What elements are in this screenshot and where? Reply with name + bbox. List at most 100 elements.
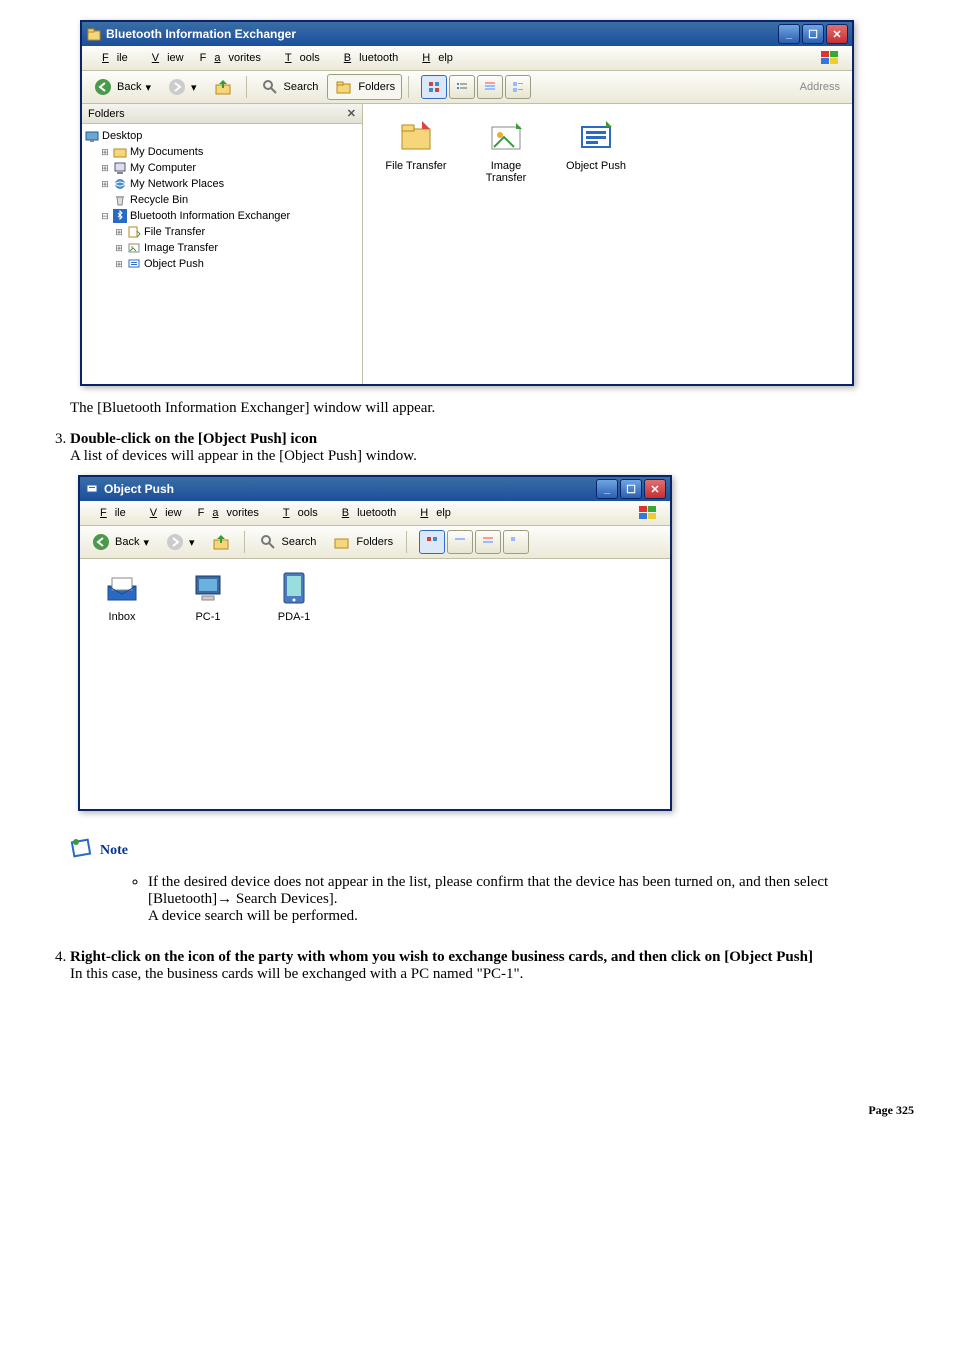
- bluetooth-icon: [112, 208, 128, 224]
- pda-icon: [266, 569, 322, 607]
- toolbar-separator: [246, 76, 247, 98]
- view-large-icons[interactable]: [419, 530, 445, 554]
- client-area: Folders ✕ Desktop ⊞My Documents ⊞My Comp…: [82, 104, 852, 384]
- recycle-bin-icon: [112, 192, 128, 208]
- folders-icon: [334, 77, 354, 97]
- view-details[interactable]: [477, 75, 503, 99]
- note-icon: [70, 837, 94, 864]
- menu-help[interactable]: Help: [406, 50, 461, 66]
- note-block: Note If the desired device does not appe…: [70, 837, 914, 925]
- inbox-icon: [94, 569, 150, 607]
- view-list[interactable]: [447, 530, 473, 554]
- folders-pane: Folders ✕ Desktop ⊞My Documents ⊞My Comp…: [82, 104, 363, 384]
- tree-recycle[interactable]: Recycle Bin: [84, 192, 360, 208]
- tree-bix[interactable]: ⊟Bluetooth Information Exchanger: [84, 208, 360, 224]
- step-subtext: A list of devices will appear in the [Ob…: [70, 448, 417, 464]
- view-tiles[interactable]: [505, 75, 531, 99]
- folders-button[interactable]: Folders: [325, 529, 400, 555]
- file-transfer-icon: [126, 224, 142, 240]
- back-button[interactable]: Back ▾: [84, 529, 156, 555]
- close-folders-pane[interactable]: ✕: [347, 107, 356, 120]
- view-details[interactable]: [475, 530, 501, 554]
- item-inbox[interactable]: Inbox: [94, 569, 150, 799]
- menu-bluetooth[interactable]: Bluetooth: [326, 505, 405, 521]
- menu-file[interactable]: File: [86, 50, 136, 66]
- expand-icon[interactable]: ⊞: [98, 163, 112, 174]
- step-title: Right-click on the icon of the party wit…: [70, 949, 813, 965]
- note-label: Note: [100, 843, 128, 859]
- close-button[interactable]: ✕: [826, 24, 848, 44]
- menu-file[interactable]: File: [84, 505, 134, 521]
- step-subtext: In this case, the business cards will be…: [70, 966, 523, 982]
- close-button[interactable]: ✕: [644, 479, 666, 499]
- address-label: Address: [792, 81, 848, 93]
- forward-button[interactable]: ▾: [158, 529, 202, 555]
- folders-icon: [332, 532, 352, 552]
- tree-file-transfer[interactable]: ⊞File Transfer: [84, 224, 360, 240]
- collapse-icon[interactable]: ⊟: [98, 211, 112, 222]
- menu-bluetooth[interactable]: Bluetooth: [328, 50, 407, 66]
- expand-icon[interactable]: ⊞: [98, 179, 112, 190]
- item-image-transfer[interactable]: Image Transfer: [461, 116, 551, 184]
- search-button[interactable]: Search: [253, 74, 326, 100]
- menu-help[interactable]: Help: [404, 505, 459, 521]
- item-pda1[interactable]: PDA-1: [266, 569, 322, 799]
- menu-favorites[interactable]: Favorites: [192, 50, 269, 66]
- item-pc1[interactable]: PC-1: [180, 569, 236, 799]
- desktop-icon: [84, 128, 100, 144]
- titlebar[interactable]: Bluetooth Information Exchanger _ ☐ ✕: [82, 22, 852, 46]
- network-icon: [112, 176, 128, 192]
- item-file-transfer[interactable]: File Transfer: [371, 116, 461, 172]
- minimize-button[interactable]: _: [596, 479, 618, 499]
- maximize-button[interactable]: ☐: [620, 479, 642, 499]
- tree-desktop[interactable]: Desktop: [84, 128, 360, 144]
- expand-icon[interactable]: ⊞: [98, 147, 112, 158]
- menu-tools[interactable]: Tools: [269, 50, 328, 66]
- menu-favorites[interactable]: Favorites: [190, 505, 267, 521]
- expand-icon[interactable]: ⊞: [112, 243, 126, 254]
- computer-icon: [180, 569, 236, 607]
- step-title: Double-click on the [Object Push] icon: [70, 431, 317, 447]
- tree-mynet[interactable]: ⊞My Network Places: [84, 176, 360, 192]
- page-footer: Page 325: [40, 1103, 914, 1118]
- object-push-icon: [126, 256, 142, 272]
- tree-image-transfer[interactable]: ⊞Image Transfer: [84, 240, 360, 256]
- menubar: File View Favorites Tools Bluetooth Help: [82, 46, 852, 71]
- up-button[interactable]: [204, 529, 238, 555]
- forward-button[interactable]: ▾: [160, 74, 204, 100]
- back-button[interactable]: Back ▾: [86, 74, 158, 100]
- tree-mydocs[interactable]: ⊞My Documents: [84, 144, 360, 160]
- titlebar[interactable]: Object Push _ ☐ ✕: [80, 477, 670, 501]
- expand-icon[interactable]: ⊞: [112, 259, 126, 270]
- view-buttons: [419, 530, 529, 554]
- tree-object-push[interactable]: ⊞Object Push: [84, 256, 360, 272]
- menu-view[interactable]: View: [134, 505, 190, 521]
- folders-button[interactable]: Folders: [327, 74, 402, 100]
- folder-icon: [112, 144, 128, 160]
- tree-mycomp[interactable]: ⊞My Computer: [84, 160, 360, 176]
- folders-pane-header: Folders ✕: [82, 104, 362, 124]
- image-transfer-icon: [126, 240, 142, 256]
- menu-view[interactable]: View: [136, 50, 192, 66]
- toolbar: Back ▾ ▾ Search Folders Address: [82, 71, 852, 104]
- menubar: File View Favorites Tools Bluetooth Help: [80, 501, 670, 526]
- view-tiles[interactable]: [503, 530, 529, 554]
- object-push-icon: [551, 116, 641, 158]
- item-object-push[interactable]: Object Push: [551, 116, 641, 172]
- folder-icon: [86, 26, 102, 42]
- window-bluetooth-exchanger: Bluetooth Information Exchanger _ ☐ ✕ Fi…: [80, 20, 854, 386]
- search-icon: [258, 532, 278, 552]
- view-large-icons[interactable]: [421, 75, 447, 99]
- search-button[interactable]: Search: [251, 529, 324, 555]
- view-list[interactable]: [449, 75, 475, 99]
- expand-icon[interactable]: ⊞: [112, 227, 126, 238]
- up-button[interactable]: [206, 74, 240, 100]
- menu-tools[interactable]: Tools: [267, 505, 326, 521]
- minimize-button[interactable]: _: [778, 24, 800, 44]
- forward-icon: [165, 532, 185, 552]
- window-object-push: Object Push _ ☐ ✕ File View Favorites To…: [78, 475, 672, 811]
- note-item: If the desired device does not appear in…: [148, 874, 914, 925]
- content-pane: File Transfer Image Transfer Object Push: [363, 104, 852, 384]
- caption-text: The [Bluetooth Information Exchanger] wi…: [70, 400, 914, 417]
- maximize-button[interactable]: ☐: [802, 24, 824, 44]
